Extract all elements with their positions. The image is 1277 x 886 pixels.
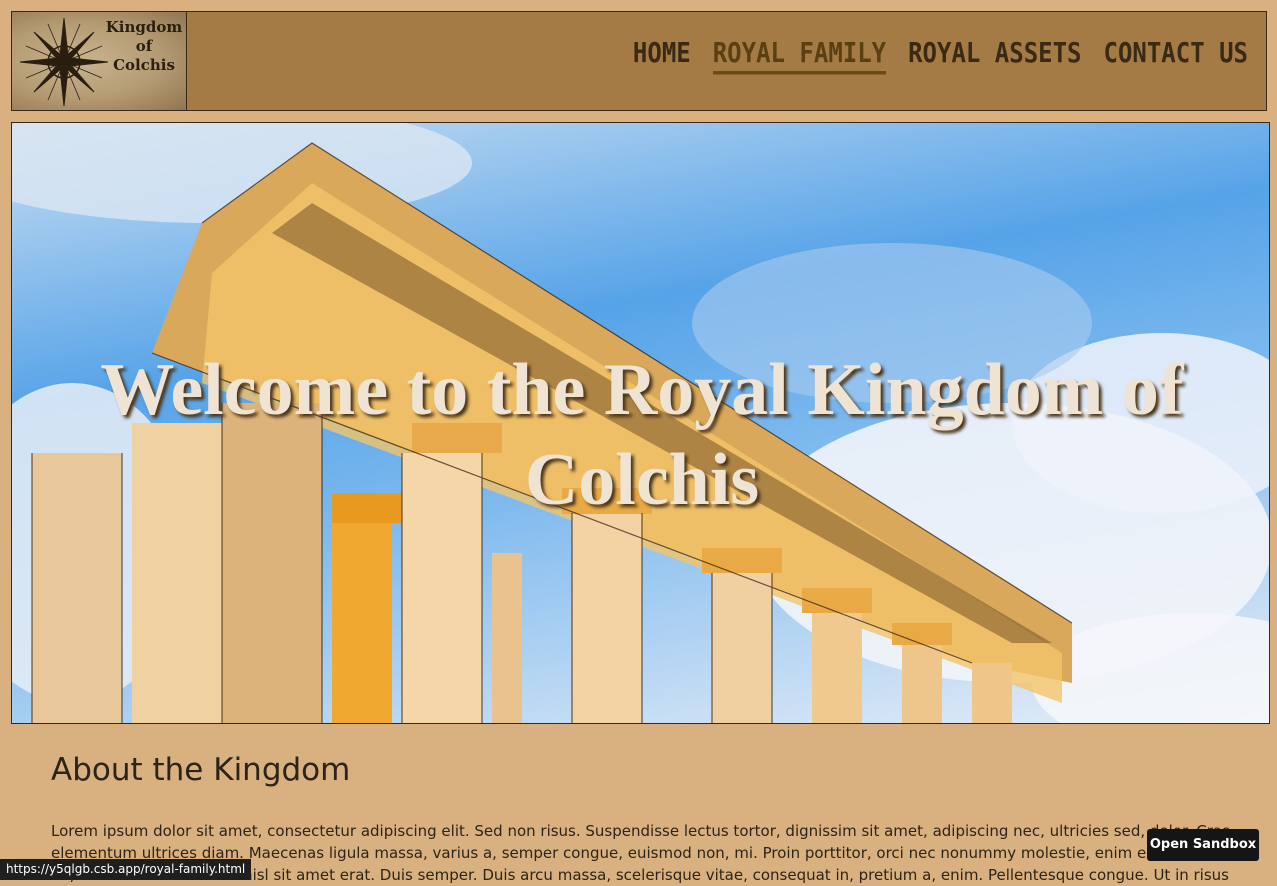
- nav-royal-family[interactable]: Royal Family: [712, 37, 887, 75]
- open-sandbox-button[interactable]: Open Sandbox: [1147, 829, 1259, 861]
- about-heading: About the Kingdom: [51, 752, 351, 788]
- status-bar-url: https://y5qlgb.csb.app/royal-family.html: [0, 859, 252, 880]
- hero-title: Welcome to the Royal Kingdom of Colchis: [100, 349, 1184, 521]
- main-nav: Home Royal Family Royal Assets Contact U…: [633, 37, 1249, 75]
- hero-banner: Welcome to the Royal Kingdom of Colchis: [11, 122, 1270, 724]
- kingdom-logo[interactable]: Kingdom of Colchis: [12, 12, 187, 110]
- logo-text: Kingdom of Colchis: [105, 18, 183, 74]
- nav-home[interactable]: Home: [633, 37, 691, 75]
- nav-royal-assets[interactable]: Royal Assets: [908, 37, 1081, 75]
- site-header: Kingdom of Colchis Home Royal Family Roy…: [11, 11, 1267, 111]
- nav-contact-us[interactable]: Contact Us: [1104, 37, 1249, 75]
